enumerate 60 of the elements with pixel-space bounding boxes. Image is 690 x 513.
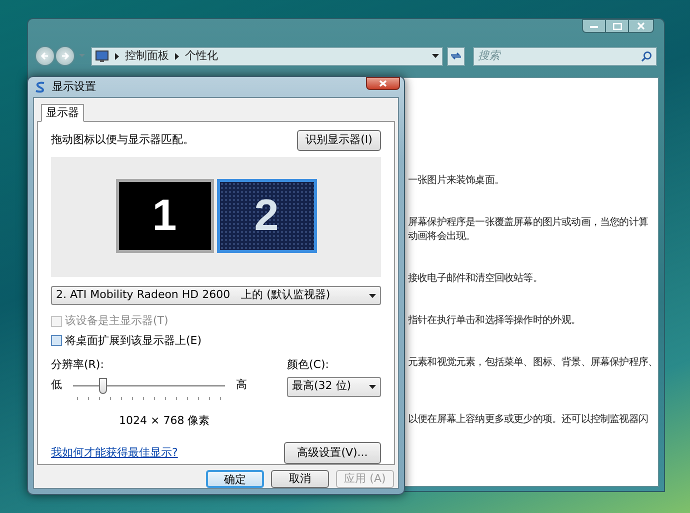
checkbox[interactable] xyxy=(51,335,62,346)
address-bar[interactable]: 控制面板 个性化 xyxy=(91,46,443,66)
dialog-button[interactable]: 取消 xyxy=(271,470,329,488)
breadcrumb-item[interactable]: 控制面板 xyxy=(125,48,169,64)
back-button[interactable] xyxy=(35,46,55,66)
dropdown-arrow-icon xyxy=(369,384,376,388)
description-text: 动画将会出现。 xyxy=(408,230,476,244)
description-text: 一张图片来装饰桌面。 xyxy=(408,174,504,188)
search-field[interactable]: 搜索 xyxy=(473,46,657,66)
display-settings-icon xyxy=(34,81,46,93)
resolution-label: 分辨率(R): xyxy=(51,357,105,373)
dropdown-arrow-icon xyxy=(432,54,439,58)
maximize-icon xyxy=(612,22,622,30)
dropdown-value: 2. ATI Mobility Radeon HD 2600 上的 (默认监视器) xyxy=(56,287,332,304)
color-dropdown[interactable]: 最高(32 位) xyxy=(287,376,381,396)
breadcrumb-item[interactable]: 个性化 xyxy=(185,48,218,64)
close-icon xyxy=(379,80,387,87)
monitor-icon xyxy=(95,50,109,62)
back-arrow-icon xyxy=(40,51,50,61)
help-link[interactable]: 我如何才能获得最佳显示? xyxy=(51,444,178,462)
close-button[interactable] xyxy=(366,77,400,90)
search-icon xyxy=(641,50,652,62)
monitor-tile[interactable]: 1 xyxy=(116,179,214,253)
forward-arrow-icon xyxy=(60,51,70,61)
close-icon xyxy=(637,22,645,30)
advanced-settings-button[interactable]: 高级设置(V)... xyxy=(284,442,381,464)
low-label: 低 xyxy=(51,377,63,394)
resolution-value: 1024 × 768 像素 xyxy=(119,412,211,428)
refresh-icon xyxy=(450,51,462,61)
forward-button[interactable] xyxy=(55,46,75,66)
dropdown-value: 最高(32 位) xyxy=(292,378,352,394)
description-text: 接收电子邮件和清空回收站等。 xyxy=(408,272,542,286)
instruction-text: 拖动图标以便与显示器匹配。 xyxy=(51,132,194,148)
maximize-button[interactable] xyxy=(606,19,628,33)
tab[interactable]: 显示器 xyxy=(41,104,84,122)
dialog-title: 显示设置 xyxy=(52,78,96,95)
chevron-icon xyxy=(115,52,119,60)
color-label: 颜色(C): xyxy=(287,357,330,373)
refresh-button[interactable] xyxy=(447,46,465,66)
dropdown-arrow-icon xyxy=(79,54,85,58)
checkbox-label: 将桌面扩展到该显示器上(E) xyxy=(65,332,202,348)
resolution-slider[interactable] xyxy=(73,376,225,394)
dialog-button[interactable]: 确定 xyxy=(206,470,264,488)
display-dropdown[interactable]: 2. ATI Mobility Radeon HD 2600 上的 (默认监视器) xyxy=(51,286,381,305)
description-text: 以便在屏幕上容纳更多或更少的项。还可以控制监视器闪 xyxy=(408,413,648,427)
description-text: 元素和视觉元素，包括菜单、图标、背景、屏幕保护程序、 xyxy=(408,356,658,370)
minimize-button[interactable] xyxy=(582,19,606,33)
monitor-tile[interactable]: 2 xyxy=(216,179,316,253)
description-text: 指针在执行单击和选择等操作时的外观。 xyxy=(408,314,581,328)
dropdown-arrow-icon xyxy=(369,294,376,298)
description-text: 屏幕保护程序是一张覆盖屏幕的图片或动画，当您的计算 xyxy=(408,216,648,230)
chevron-icon xyxy=(175,52,179,60)
search-input[interactable]: 搜索 xyxy=(478,48,641,64)
minimize-icon xyxy=(590,24,598,28)
high-label: 高 xyxy=(236,377,247,394)
identify-button[interactable]: 识别显示器(I) xyxy=(297,130,381,151)
close-button[interactable] xyxy=(628,19,654,33)
dialog-button: 应用 (A) xyxy=(336,470,394,488)
slider-thumb[interactable] xyxy=(98,378,107,394)
checkbox-label: 该设备是主显示器(T) xyxy=(65,313,168,329)
